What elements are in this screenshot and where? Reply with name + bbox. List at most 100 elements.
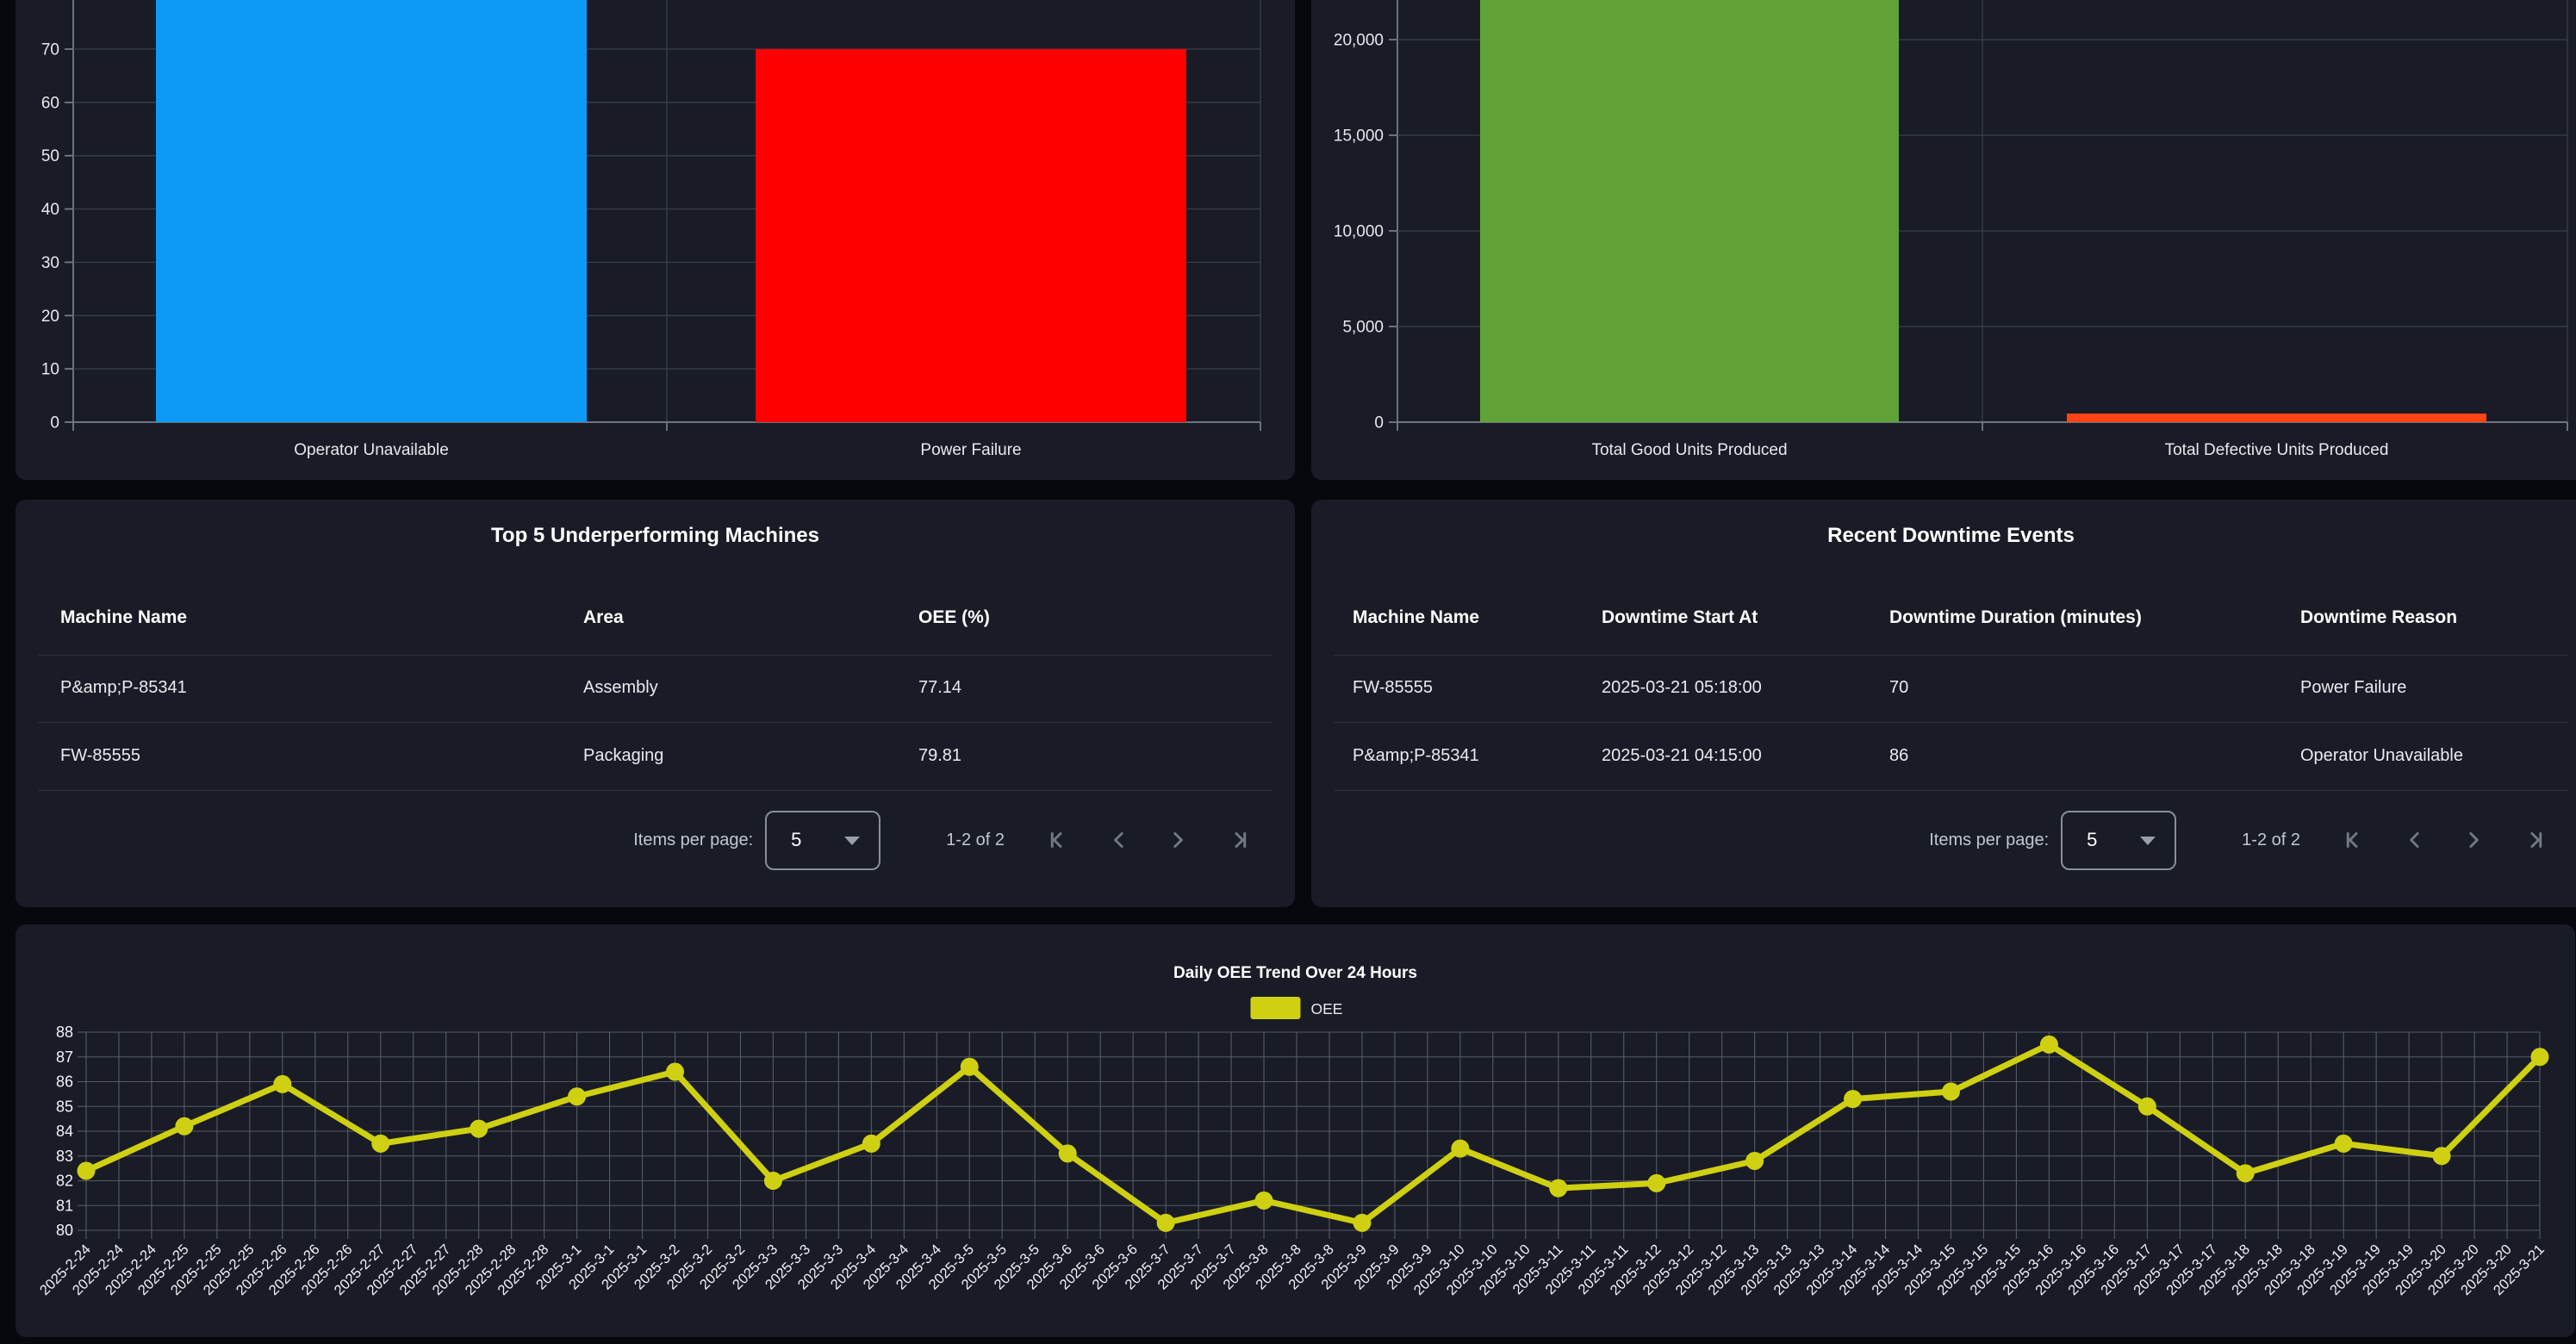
y-tick-label: 83 [56,1148,73,1165]
category-label: Power Failure [920,441,1021,459]
data-point [78,1162,96,1180]
category-label: Operator Unavailable [294,441,449,459]
chevron-left-icon [1106,827,1132,853]
oee-trend-line [86,1044,2540,1223]
chevron-right-icon [1165,827,1191,853]
table-cell: 70 [1889,676,1908,699]
recent-downtime-events-card: Recent Downtime Events Machine Name Downt… [1311,500,2576,907]
chevron-right-icon [2461,827,2486,853]
last-page-button[interactable] [1223,827,1249,853]
column-header: Machine Name [60,607,187,629]
first-page-button[interactable] [1048,827,1073,853]
data-point [1157,1214,1175,1232]
first-page-icon [2343,827,2369,853]
page-range-label: 1-2 of 2 [2242,831,2300,850]
column-header: Downtime Reason [2300,607,2457,629]
data-point [2335,1135,2353,1153]
items-per-page-label: Items per page: [633,831,753,850]
y-tick-label: 20,000 [1334,32,1384,50]
y-tick-label: 82 [56,1173,73,1190]
page-size-select[interactable]: 5 [2061,811,2176,870]
first-page-icon [1048,827,1073,853]
page-range-label: 1-2 of 2 [946,831,1005,850]
table-cell: 86 [1889,744,1908,767]
chevron-left-icon [2402,827,2428,853]
data-point [862,1135,880,1153]
y-tick-label: 10,000 [1334,223,1384,241]
underperforming-paginator: Items per page: 5 1-2 of 2 [16,808,1249,872]
y-tick-label: 60 [41,94,59,112]
y-tick-label: 85 [56,1098,73,1115]
table-cell: FW-85555 [60,744,140,767]
table-cell: Power Failure [2300,676,2406,699]
underperforming-machines-card: Top 5 Underperforming Machines Machine N… [16,500,1295,907]
y-tick-label: 15,000 [1334,128,1384,146]
bar-0 [1480,0,1899,422]
y-tick-label: 30 [41,254,59,272]
page-size-select[interactable]: 5 [765,811,880,870]
data-point [1059,1144,1077,1162]
data-point [1745,1152,1764,1170]
data-point [1844,1090,1862,1108]
table-cell: Operator Unavailable [2300,744,2463,767]
category-label: Total Good Units Produced [1591,441,1787,459]
y-tick-label: 81 [56,1197,73,1214]
y-tick-label: 10 [41,361,59,379]
column-header: Downtime Start At [1602,607,1758,629]
data-point [1647,1174,1665,1192]
y-tick-label: 5,000 [1342,319,1384,337]
row-divider [1334,790,2568,791]
page-size-value: 5 [791,829,801,851]
previous-page-button[interactable] [2402,827,2428,853]
bar-1 [756,49,1186,422]
underperforming-machines-title: Top 5 Underperforming Machines [16,523,1295,548]
y-tick-label: 0 [1374,414,1384,432]
next-page-button[interactable] [2461,827,2486,853]
y-tick-label: 87 [56,1048,73,1066]
column-header: Downtime Duration (minutes) [1889,607,2142,629]
row-divider [38,790,1272,791]
row-divider [1334,655,2568,656]
table-cell: 2025-03-21 04:15:00 [1602,744,1762,767]
column-header: Area [583,607,624,629]
data-point [2138,1098,2156,1116]
recent-downtime-events-title: Recent Downtime Events [1311,523,2576,548]
last-page-button[interactable] [2519,827,2545,853]
chart-title: Daily OEE Trend Over 24 Hours [1173,964,1417,982]
table-cell: 77.14 [918,676,961,699]
last-page-icon [2519,827,2545,853]
y-tick-label: 88 [56,1024,73,1041]
data-point [1451,1140,1469,1158]
bar-0 [156,0,587,422]
chevron-down-icon [2140,837,2156,845]
data-point [2040,1036,2058,1054]
table-cell: Packaging [583,744,663,767]
first-page-button[interactable] [2343,827,2369,853]
y-tick-label: 84 [56,1123,73,1140]
bar-1 [2067,414,2486,422]
legend-label: OEE [1311,1000,1343,1017]
row-divider [1334,722,2568,723]
units-produced-chart-card: 0 5,000 10,000 15,000 20,000 Total Good Units… [1311,0,2576,480]
chevron-down-icon [844,837,860,845]
paginator-nav [2343,827,2545,853]
y-tick-label: 70 [41,41,59,59]
downtime-by-reason-bar-chart: 010203040506070Operator UnavailablePower… [16,0,1295,480]
row-divider [38,655,1272,656]
category-label: Total Defective Units Produced [2165,441,2389,459]
column-header: OEE (%) [918,607,990,629]
data-point [1353,1214,1371,1232]
units-produced-bar-chart: 0 5,000 10,000 15,000 20,000 Total Good Units… [1311,0,2576,480]
y-tick-label: 40 [41,201,59,219]
last-page-icon [1223,827,1249,853]
data-point [2531,1048,2549,1066]
next-page-button[interactable] [1165,827,1191,853]
table-cell: P&amp;P-85341 [60,676,187,699]
previous-page-button[interactable] [1106,827,1132,853]
data-point [666,1063,684,1081]
data-point [568,1087,586,1105]
table-cell: P&amp;P-85341 [1353,744,1479,767]
column-header: Machine Name [1353,607,1479,629]
data-point [2433,1147,2451,1165]
data-point [371,1135,389,1153]
